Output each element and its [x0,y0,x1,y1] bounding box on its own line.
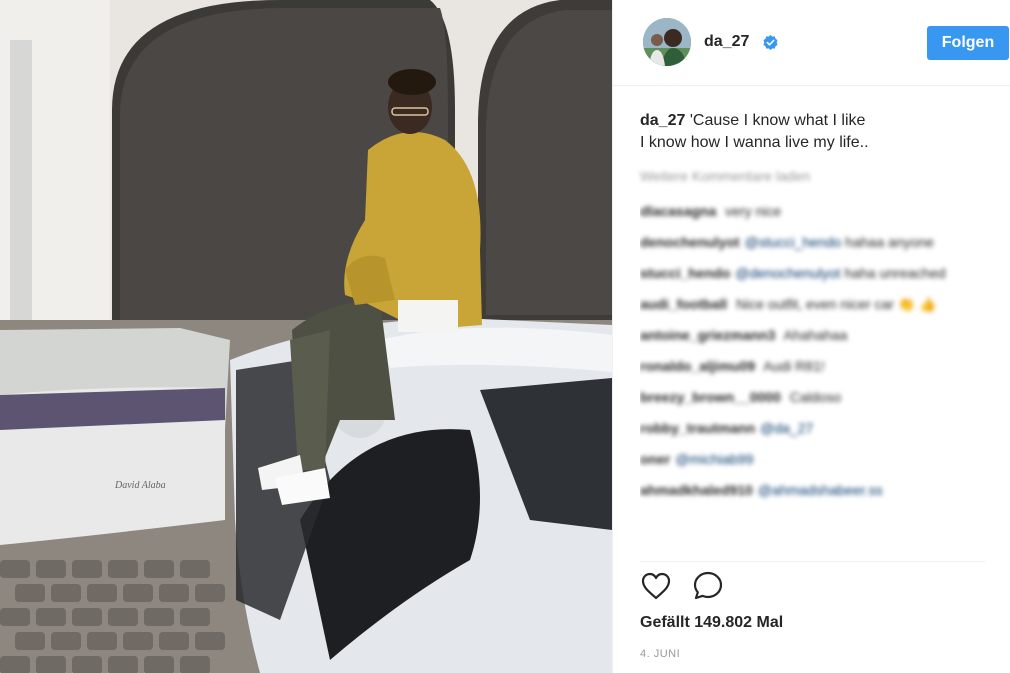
comment-item: breezy_brown__0000 Caldoso [640,386,1000,408]
caption-line-2: I know how I wanna live my life.. [640,134,869,151]
comment-username[interactable]: dlacasagna [640,203,716,219]
comment-mention[interactable]: @denochenulyot [735,265,840,281]
comment-mention[interactable]: @stucci_hendo [745,234,842,250]
comment-item: ronaldo_aljimu09 Audi R81! [640,355,1000,377]
comment-item: dlacasagna very nice [640,200,1000,222]
comment-bubble-icon[interactable] [692,570,724,602]
svg-text:David Alaba: David Alaba [114,480,166,491]
comments-list: dlacasagna very nice denochenulyot @stucc… [640,200,1000,558]
comment-username[interactable]: oner [640,451,670,467]
likes-count[interactable]: Gefällt 149.802 Mal [640,614,783,632]
post-caption: da_27 'Cause I know what I like I know h… [640,110,1000,154]
comment-item: ahmadkhaled910 @ahmadshabeer.ss [640,479,1000,501]
follow-button[interactable]: Folgen [927,26,1009,60]
avatar[interactable] [643,18,691,66]
verified-badge-icon [763,35,778,50]
comment-text: Ahahahaa [783,327,848,343]
comment-item: oner @michiab99 [640,448,1000,470]
comment-item: robby_trautmann @da_27 [640,417,1000,439]
post-sidebar: da_27 Folgen da_27 'Cause I know what I … [612,0,1010,673]
comment-username[interactable]: antoine_griezmann3 [640,327,775,343]
comment-item: audi_football Nice outfit, even nicer ca… [640,293,1000,315]
comment-username[interactable]: denochenulyot [640,234,740,250]
comment-mention[interactable]: @michiab99 [675,451,753,467]
comment-text: hahaa anyone [845,234,934,250]
comment-username[interactable]: robby_trautmann [640,420,755,436]
comment-item: denochenulyot @stucci_hendo hahaa anyone [640,231,1000,253]
post-date[interactable]: 4. JUNI [640,648,680,660]
caption-line-1: 'Cause I know what I like [689,112,866,129]
comment-mention[interactable]: @ahmadshabeer.ss [758,482,883,498]
post-photo[interactable]: David Alaba [0,0,612,673]
load-more-comments-link[interactable]: Weitere Kommentare laden [640,168,810,184]
comment-username[interactable]: ronaldo_aljimu09 [640,358,755,374]
comment-text: Audi R81! [763,358,825,374]
instagram-post: David Alaba da_27 Folgen da_27 'Cause I … [0,0,1010,673]
comment-item: stucci_hendo @denochenulyot haha unreache… [640,262,1000,284]
avatar-image [643,18,691,66]
heart-icon[interactable] [640,570,672,602]
photo-image: David Alaba [0,0,612,673]
actions-divider [640,561,985,562]
comment-mention[interactable]: @da_27 [760,420,813,436]
comment-item: antoine_griezmann3 Ahahahaa [640,324,1000,346]
caption-username[interactable]: da_27 [640,112,685,129]
comment-text: haha unreached [844,265,946,281]
comment-username[interactable]: audi_football [640,296,727,312]
comment-username[interactable]: ahmadkhaled910 [640,482,753,498]
comment-text: Nice outfit, even nicer car 👏 👍 [736,296,937,312]
comment-text: very nice [725,203,782,219]
comment-text: Caldoso [789,389,842,405]
post-header: da_27 Folgen [613,0,1010,86]
post-username[interactable]: da_27 [704,33,749,51]
comment-username[interactable]: breezy_brown__0000 [640,389,781,405]
comment-username[interactable]: stucci_hendo [640,265,730,281]
